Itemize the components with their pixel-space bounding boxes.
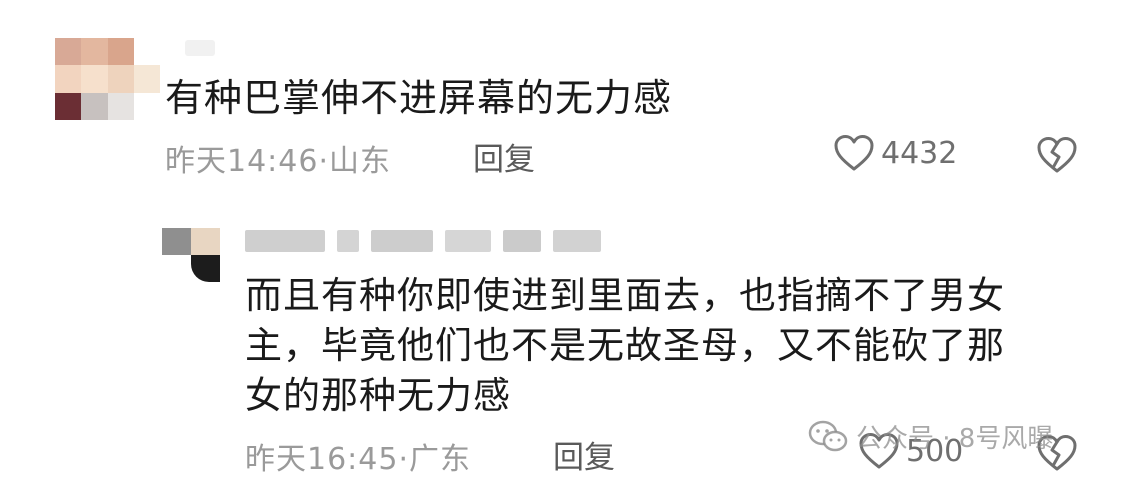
reply-text: 而且有种你即使进到里面去，也指摘不了男女 主，毕竟他们也不是无故圣母，又不能砍了… bbox=[245, 271, 1085, 421]
commenter-name-blurred[interactable] bbox=[185, 40, 215, 56]
reply-text-line: 主，毕竟他们也不是无故圣母，又不能砍了那 bbox=[245, 324, 1005, 367]
meta-separator: · bbox=[318, 144, 330, 179]
reply-time: 昨天16:45 bbox=[245, 442, 399, 477]
comment-reply-button[interactable]: 回复 bbox=[473, 134, 535, 179]
reply-text-line: 而且有种你即使进到里面去，也指摘不了男女 bbox=[245, 274, 1005, 317]
wechat-icon bbox=[808, 420, 848, 454]
watermark-text: 公众号 · 8号风曝 bbox=[856, 424, 1054, 454]
replier-avatar[interactable] bbox=[162, 228, 220, 282]
comment-location: 山东 bbox=[329, 144, 392, 179]
comment-meta: 昨天14:46·山东 bbox=[165, 136, 391, 180]
replier-name-blurred[interactable] bbox=[245, 230, 601, 252]
commenter-avatar[interactable] bbox=[55, 38, 160, 120]
broken-heart-icon bbox=[1035, 136, 1079, 174]
comment-time: 昨天14:46 bbox=[165, 144, 319, 179]
meta-separator: · bbox=[398, 442, 410, 477]
comment-like-count: 4432 bbox=[881, 135, 958, 171]
reply-reply-button[interactable]: 回复 bbox=[553, 432, 615, 477]
reply-text-line: 女的那种无力感 bbox=[245, 374, 511, 417]
comment-dislike-button[interactable] bbox=[1035, 136, 1079, 174]
comment-text: 有种巴掌伸不进屏幕的无力感 bbox=[165, 76, 673, 120]
watermark: 公众号 · 8号风曝 bbox=[808, 418, 1053, 455]
reply-meta: 昨天16:45·广东 bbox=[245, 434, 471, 478]
comment-like-button[interactable]: 4432 bbox=[833, 134, 957, 172]
heart-outline-icon bbox=[833, 134, 875, 172]
reply-location: 广东 bbox=[409, 442, 472, 477]
